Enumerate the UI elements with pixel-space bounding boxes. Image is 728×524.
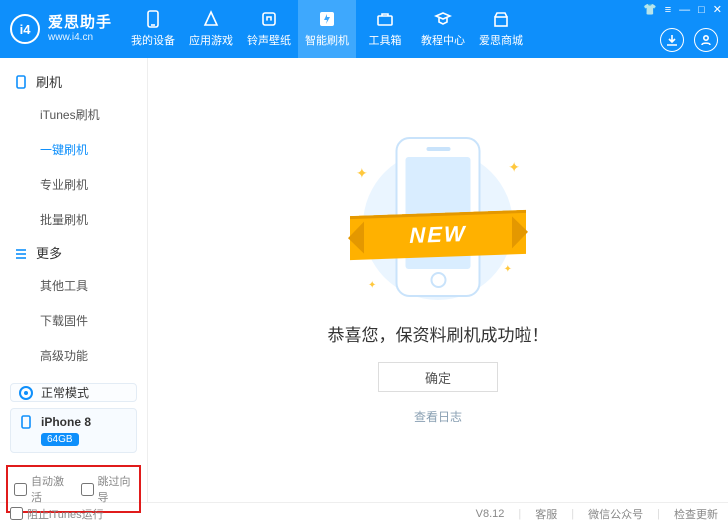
sidebar-item-download-firmware[interactable]: 下载固件 <box>0 303 147 338</box>
logo-icon: i4 <box>10 14 40 44</box>
sidebar-item-batch-flash[interactable]: 批量刷机 <box>0 202 147 237</box>
capacity-badge: 64GB <box>41 433 79 446</box>
device-mode[interactable]: 正常模式 <box>10 383 137 402</box>
nav-label: 我的设备 <box>131 32 175 48</box>
nav-label: 爱思商城 <box>479 32 523 48</box>
phone-outline-icon <box>14 75 28 89</box>
window-controls: 👕 ≡ — □ ✕ <box>643 3 722 16</box>
brand: i4 爱思助手 www.i4.cn <box>0 0 124 58</box>
ringtone-icon <box>260 10 278 28</box>
sparkle-icon: ✦ <box>356 165 368 182</box>
phone-icon <box>144 10 162 28</box>
nav-apps[interactable]: 应用游戏 <box>182 0 240 58</box>
wechat-link[interactable]: 微信公众号 <box>588 506 643 522</box>
skin-icon[interactable]: 👕 <box>643 3 657 16</box>
nav-toolbox[interactable]: 工具箱 <box>356 0 414 58</box>
nav-label: 铃声壁纸 <box>247 32 291 48</box>
nav-store[interactable]: 爱思商城 <box>472 0 530 58</box>
header-right-actions <box>660 28 718 52</box>
sidebar-group-more: 更多 <box>0 237 147 268</box>
checkbox-label: 自动激活 <box>31 473 67 505</box>
top-nav: 我的设备 应用游戏 铃声壁纸 智能刷机 工具箱 教程中心 爱思商城 <box>124 0 728 58</box>
nav-label: 应用游戏 <box>189 32 233 48</box>
mode-label: 正常模式 <box>41 384 89 401</box>
auto-activate-checkbox[interactable]: 自动激活 <box>14 473 67 505</box>
nav-label: 教程中心 <box>421 32 465 48</box>
checkbox-label: 阻止iTunes运行 <box>27 506 104 522</box>
success-message: 恭喜您，保资料刷机成功啦！ <box>328 321 549 346</box>
group-title: 更多 <box>36 243 62 262</box>
brand-url: www.i4.cn <box>48 32 112 43</box>
user-icon[interactable] <box>694 28 718 52</box>
sidebar-item-pro-flash[interactable]: 专业刷机 <box>0 167 147 202</box>
nav-ringtone[interactable]: 铃声壁纸 <box>240 0 298 58</box>
block-itunes-checkbox[interactable]: 阻止iTunes运行 <box>10 506 104 522</box>
nav-my-device[interactable]: 我的设备 <box>124 0 182 58</box>
view-log-link[interactable]: 查看日志 <box>414 408 462 425</box>
sparkle-icon: ✦ <box>504 264 512 275</box>
sparkle-icon: ✦ <box>508 159 520 176</box>
sidebar-item-other-tools[interactable]: 其他工具 <box>0 268 147 303</box>
nav-smart-flash[interactable]: 智能刷机 <box>298 0 356 58</box>
skip-wizard-checkbox[interactable]: 跳过向导 <box>81 473 134 505</box>
sidebar-item-onekey-flash[interactable]: 一键刷机 <box>0 132 147 167</box>
sidebar-item-advanced[interactable]: 高级功能 <box>0 338 147 373</box>
close-button[interactable]: ✕ <box>713 3 722 16</box>
sidebar-group-flash: 刷机 <box>0 66 147 97</box>
brand-name: 爱思助手 <box>48 15 112 32</box>
sparkle-icon: ✦ <box>368 280 376 291</box>
mode-indicator-icon <box>19 386 33 400</box>
nav-label: 智能刷机 <box>305 32 349 48</box>
device-phone-icon <box>19 415 33 429</box>
store-icon <box>492 10 510 28</box>
toolbox-icon <box>376 10 394 28</box>
group-title: 刷机 <box>36 72 62 91</box>
minimize-button[interactable]: — <box>679 4 690 16</box>
nav-label: 工具箱 <box>369 32 402 48</box>
device-card[interactable]: iPhone 8 64GB <box>10 408 137 453</box>
nav-tutorial[interactable]: 教程中心 <box>414 0 472 58</box>
sidebar-item-itunes-flash[interactable]: iTunes刷机 <box>0 97 147 132</box>
support-link[interactable]: 客服 <box>535 506 557 522</box>
check-update-link[interactable]: 检查更新 <box>674 506 718 522</box>
ok-button[interactable]: 确定 <box>378 362 498 392</box>
checkbox-label: 跳过向导 <box>98 473 134 505</box>
more-icon <box>14 246 28 260</box>
main-panel: ✦ ✦ ✦ ✦ NEW 恭喜您，保资料刷机成功啦！ 确定 查看日志 <box>148 58 728 502</box>
success-illustration: ✦ ✦ ✦ ✦ NEW <box>338 135 538 305</box>
device-name: iPhone 8 <box>41 415 91 429</box>
new-ribbon: NEW <box>350 210 526 260</box>
flash-icon <box>318 10 336 28</box>
sidebar: 刷机 iTunes刷机 一键刷机 专业刷机 批量刷机 更多 其他工具 下载固件 … <box>0 58 148 502</box>
version-label: V8.12 <box>476 508 505 520</box>
maximize-button[interactable]: □ <box>698 4 705 16</box>
app-header: i4 爱思助手 www.i4.cn 我的设备 应用游戏 铃声壁纸 智能刷机 工具… <box>0 0 728 58</box>
apps-icon <box>202 10 220 28</box>
tutorial-icon <box>434 10 452 28</box>
menu-icon[interactable]: ≡ <box>665 4 671 16</box>
download-icon[interactable] <box>660 28 684 52</box>
